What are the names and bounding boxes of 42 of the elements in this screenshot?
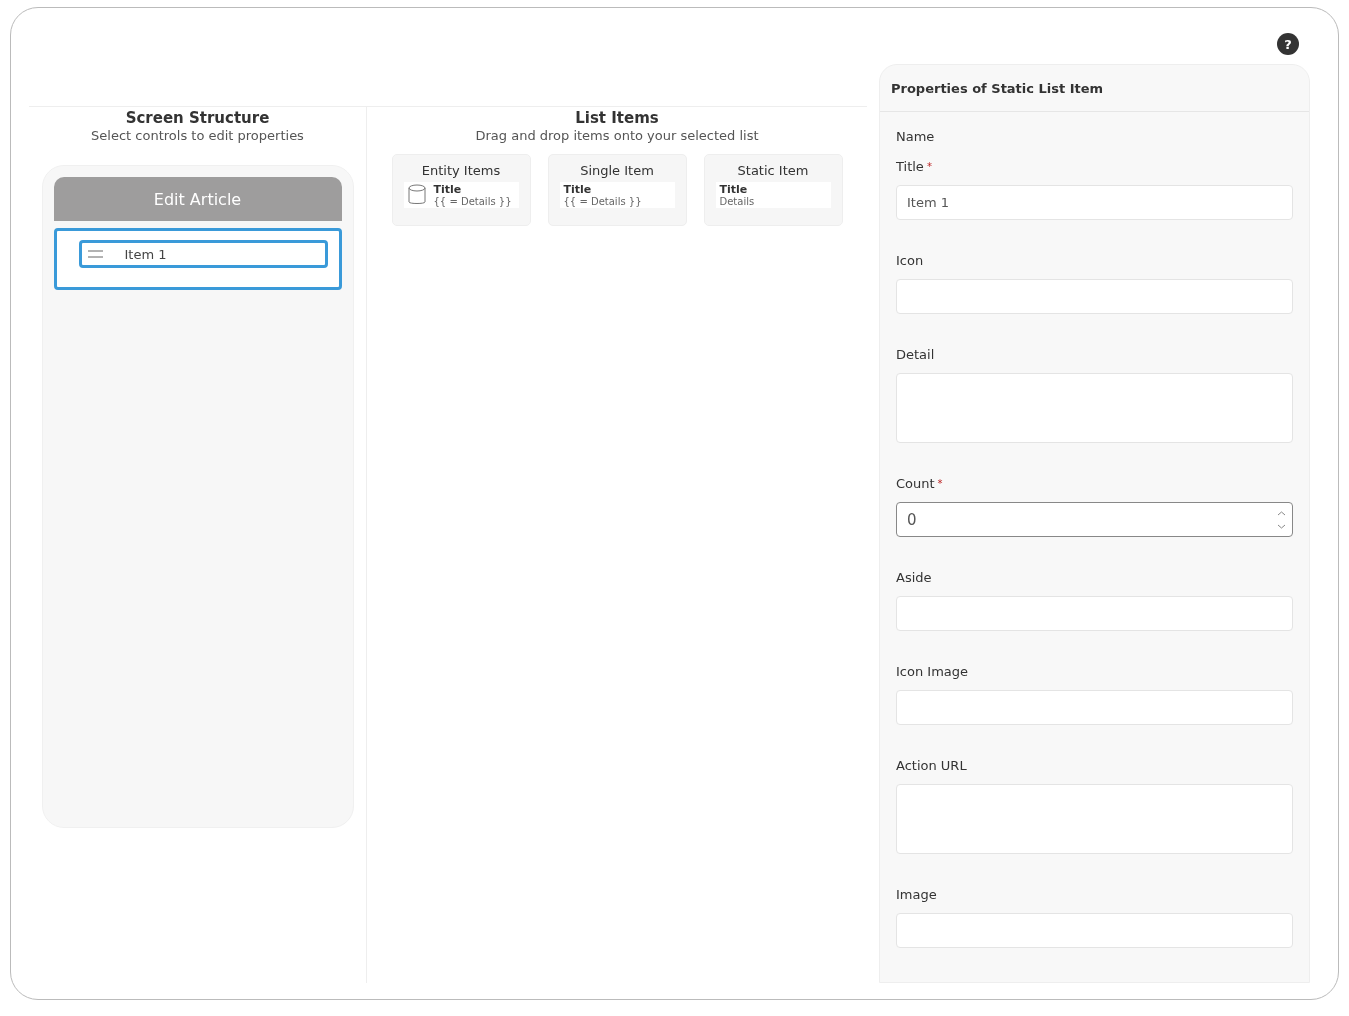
section-subtitle: Drag and drop items onto your selected list [475, 128, 759, 143]
preview-title: Title [563, 183, 593, 196]
list-item-template[interactable]: Single Item Title {{ = Details }} [547, 154, 687, 226]
section-subtitle: Select controls to edit properties [91, 128, 304, 143]
text-field[interactable]: Item 1 [896, 185, 1293, 220]
preview-details: Details [719, 196, 755, 207]
field-label: Title [896, 158, 924, 174]
preview-title: Title [433, 183, 463, 196]
field-label: Name [896, 128, 935, 144]
screen-title-bar: Edit Article [53, 177, 342, 221]
text-area[interactable] [896, 784, 1293, 854]
template-name: Entity Items [421, 163, 501, 178]
text-field[interactable] [896, 913, 1293, 948]
text-field[interactable] [896, 279, 1293, 314]
number-field[interactable]: 0 [896, 502, 1293, 537]
field-label: Icon Image [896, 663, 969, 679]
field-label: Aside [896, 569, 932, 585]
panel-title: Properties of Static List Item [880, 65, 1309, 112]
menu-icon [87, 250, 103, 258]
template-name: Single Item [580, 163, 654, 178]
preview-details: {{ = Details }} [433, 196, 512, 207]
help-icon[interactable]: ? [1277, 33, 1299, 55]
field-label: Image [896, 886, 937, 902]
template-name: Static Item [737, 163, 809, 178]
text-field[interactable] [896, 690, 1293, 725]
field-label: Action URL [896, 757, 967, 773]
section-title: Screen Structure [125, 109, 270, 127]
cylinder-icon [407, 184, 426, 206]
preview-details: {{ = Details }} [563, 196, 642, 207]
section-title: List Items [575, 109, 659, 127]
text-field[interactable] [896, 596, 1293, 631]
field-label: Detail [896, 346, 935, 362]
list-control[interactable]: Item 1 [53, 228, 342, 290]
list-item[interactable]: Item 1 [78, 240, 328, 268]
field-label: Count [896, 475, 935, 491]
required-mark: * [926, 160, 932, 172]
list-item-template[interactable]: Static Item Title Details [703, 154, 843, 226]
required-mark: * [937, 477, 943, 489]
preview-title: Title [719, 183, 749, 196]
text-area[interactable] [896, 373, 1293, 443]
field-label: Icon [896, 252, 924, 268]
list-item-template[interactable]: Entity Items Title {{ = Details }} [391, 154, 531, 226]
